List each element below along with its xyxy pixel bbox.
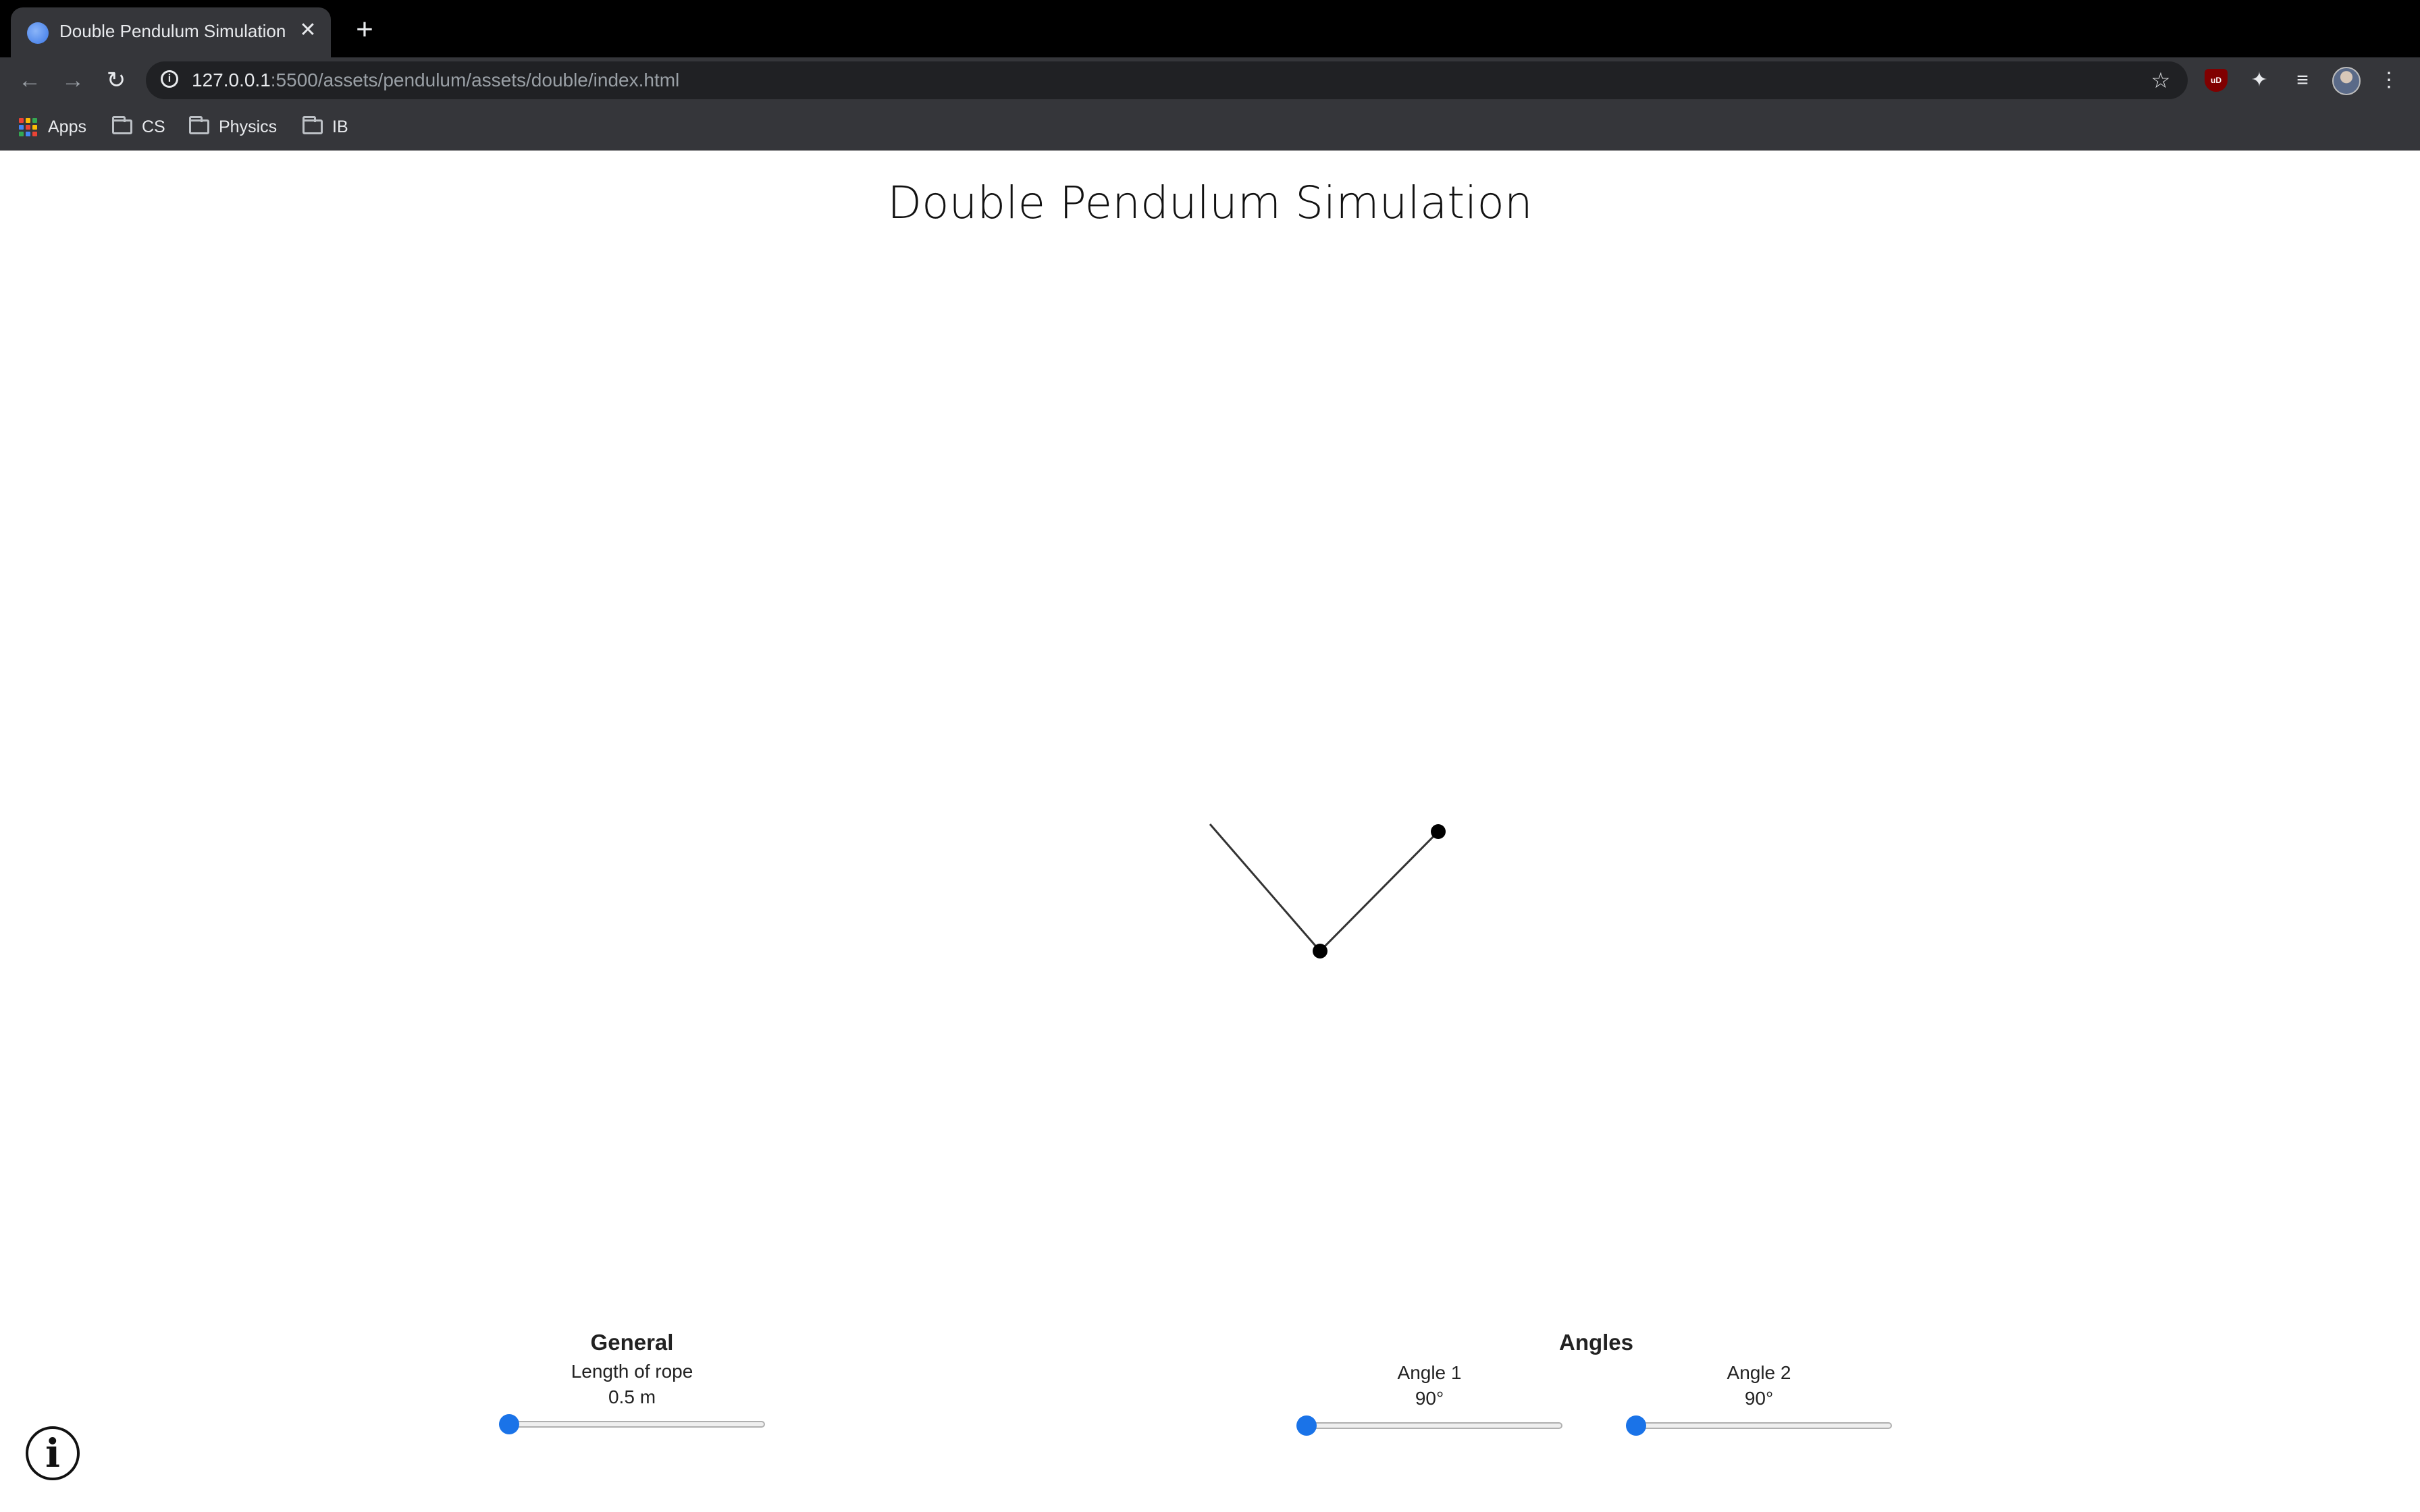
slider-thumb[interactable] [499,1414,519,1434]
bookmark-label: Apps [48,117,86,136]
site-info-icon[interactable]: i [161,70,178,88]
pendulum-canvas [1209,824,1446,959]
back-arrow-icon[interactable]: ← [14,64,46,97]
browser-titlebar: Double Pendulum Simulation ✕ + [0,0,2420,57]
rope-length-slider[interactable] [499,1412,765,1436]
angle1-slider[interactable] [1296,1413,1562,1438]
angle2-value: 90° [1744,1388,1774,1409]
folder-icon [189,116,209,134]
folder-icon [302,116,323,134]
profile-avatar[interactable] [2332,67,2361,95]
bookmark-label: IB [332,117,348,136]
bookmark-folder-cs[interactable]: CS [112,115,165,138]
angle1-control: Angle 1 90° [1296,1357,1562,1438]
angles-heading: Angles [1558,1330,1634,1355]
slider-track[interactable] [1626,1422,1892,1429]
angle2-label: Angle 2 [1727,1362,1791,1383]
rope-length-label: Length of rope [571,1361,693,1382]
tab-close-icon[interactable]: ✕ [294,17,321,44]
slider-track[interactable] [1296,1422,1562,1429]
slider-thumb[interactable] [1626,1415,1646,1436]
bookmark-label: Physics [219,117,278,136]
address-bar[interactable]: i 127.0.0.1:5500/assets/pendulum/assets/… [146,61,2188,99]
bookmarks-bar: Apps CS Physics IB [0,103,2420,151]
angles-controls: Angles [1296,1330,1896,1355]
pendulum-bob-1 [1313,944,1327,959]
url-host: 127.0.0.1 [192,70,271,90]
apps-grid-icon [19,117,37,136]
forward-arrow-icon[interactable]: → [57,64,89,97]
bookmark-star-icon[interactable]: ☆ [2146,65,2176,95]
url-text[interactable]: 127.0.0.1:5500/assets/pendulum/assets/do… [192,70,679,91]
pendulum-bob-2 [1431,824,1446,839]
tab-title: Double Pendulum Simulation [59,21,286,41]
slider-thumb[interactable] [1296,1415,1317,1436]
general-controls: General Length of rope 0.5 m [499,1330,765,1436]
ublock-extension-icon[interactable]: uD [2205,69,2228,92]
rope-length-value: 0.5 m [608,1386,656,1407]
browser-toolbar: ← → ↻ i 127.0.0.1:5500/assets/pendulum/a… [0,57,2420,103]
folder-icon [112,116,132,134]
bookmark-apps[interactable]: Apps [19,115,86,138]
angle1-value: 90° [1415,1388,1444,1409]
bookmark-label: CS [142,117,165,136]
angle2-slider[interactable] [1626,1413,1892,1438]
new-tab-button[interactable]: + [350,15,379,46]
slider-track[interactable] [499,1421,765,1428]
angle2-control: Angle 2 90° [1626,1357,1892,1438]
pendulum-rod-1 [1209,824,1321,952]
bookmark-folder-ib[interactable]: IB [302,115,348,138]
extensions-puzzle-icon[interactable]: ✦ [2243,64,2276,97]
general-heading: General [590,1330,674,1355]
url-path: :5500/assets/pendulum/assets/double/inde… [270,70,680,90]
bookmark-folder-physics[interactable]: Physics [189,115,277,138]
info-help-icon[interactable]: i [26,1426,80,1480]
browser-menu-icon[interactable]: ⋮ [2373,64,2405,97]
angle1-label: Angle 1 [1397,1362,1462,1383]
tab-favicon-icon [27,22,49,44]
reload-icon[interactable]: ↻ [100,64,132,97]
media-control-icon[interactable]: ≡ [2286,64,2319,97]
browser-tab[interactable]: Double Pendulum Simulation ✕ [11,7,331,57]
pendulum-rod-2 [1319,830,1440,952]
